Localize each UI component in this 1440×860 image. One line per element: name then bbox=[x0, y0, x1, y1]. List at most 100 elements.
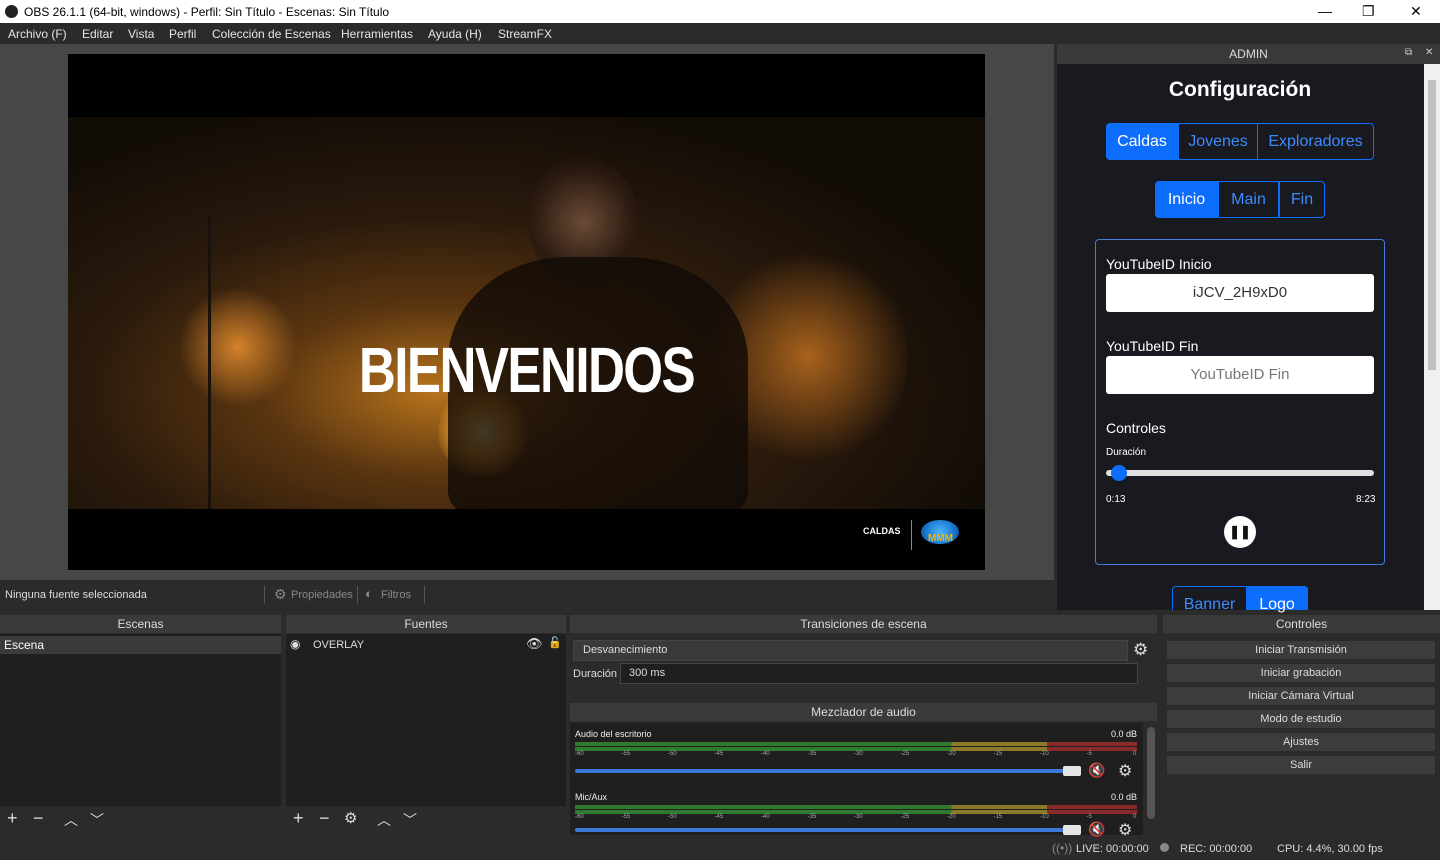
meter-tick-label: -35 bbox=[807, 814, 817, 820]
meter-tick-label: -40 bbox=[761, 814, 770, 820]
lock-icon[interactable]: 🔓 bbox=[548, 636, 562, 649]
undock-icon[interactable]: ⧉ bbox=[1405, 47, 1412, 58]
close-button[interactable]: ✕ bbox=[1410, 3, 1422, 20]
menu-perfil[interactable]: Perfil bbox=[169, 27, 196, 41]
maximize-button[interactable]: ❐ bbox=[1362, 3, 1375, 20]
transition-settings-icon[interactable]: ⚙ bbox=[1133, 640, 1148, 660]
cpu-status: CPU: 4.4%, 30.00 fps bbox=[1277, 843, 1383, 855]
menu-streamfx[interactable]: StreamFX bbox=[498, 27, 552, 41]
config-heading: Configuración bbox=[1168, 78, 1312, 101]
menu-coleccion-escenas[interactable]: Colección de Escenas bbox=[212, 27, 331, 41]
scenes-dock-title: Escenas bbox=[0, 615, 281, 633]
tab-caldas[interactable]: Caldas bbox=[1106, 123, 1178, 160]
add-scene-icon[interactable]: + bbox=[7, 808, 18, 829]
controls-label: Controles bbox=[1106, 420, 1166, 436]
no-source-label: Ninguna fuente seleccionada bbox=[5, 589, 147, 601]
source-item[interactable]: OVERLAY bbox=[313, 639, 364, 651]
menu-archivo[interactable]: Archivo (F) bbox=[8, 27, 67, 41]
scene-item[interactable]: Escena bbox=[0, 636, 281, 654]
transition-duration-input[interactable]: 300 ms bbox=[620, 663, 1138, 684]
source-settings-icon[interactable]: ⚙ bbox=[344, 809, 357, 827]
transition-duration-label: Duración bbox=[573, 668, 618, 680]
start-recording-button[interactable]: Iniciar grabación bbox=[1166, 663, 1436, 683]
exit-button[interactable]: Salir bbox=[1166, 755, 1436, 775]
source-up-icon[interactable]: ︿ bbox=[377, 810, 391, 830]
menu-herramientas[interactable]: Herramientas bbox=[341, 27, 413, 41]
desktop-mute-icon[interactable]: 🔇 bbox=[1088, 762, 1105, 779]
channel-desktop-db: 0.0 dB bbox=[1111, 729, 1138, 739]
controls-dock-title: Controles bbox=[1163, 615, 1440, 633]
meter-tick-label: -5 bbox=[1086, 814, 1092, 820]
broadcast-icon: ((•)) bbox=[1052, 841, 1073, 855]
meter-tick-label: 0 bbox=[1133, 751, 1137, 757]
tab-fin[interactable]: Fin bbox=[1279, 181, 1325, 218]
source-toolbar: Ninguna fuente seleccionada ⚙ Propiedade… bbox=[0, 580, 1054, 610]
mixer-panel: Audio del escritorio 0.0 dB -60 -55 -50 -45… bbox=[570, 723, 1143, 839]
transition-select[interactable]: Desvanecimiento bbox=[573, 640, 1128, 661]
preview-canvas[interactable]: BIENVENIDOS CALDAS MMM bbox=[68, 54, 985, 570]
desktop-volume-slider[interactable] bbox=[575, 769, 1075, 773]
tab-main[interactable]: Main bbox=[1218, 181, 1279, 218]
meter-tick-label: -20 bbox=[947, 751, 956, 757]
meter-tick-label: -35 bbox=[807, 751, 817, 757]
mixer-dock-title: Mezclador de audio bbox=[570, 703, 1157, 721]
title-bar: OBS 26.1.1 (64-bit, windows) - Perfil: S… bbox=[0, 0, 1440, 23]
youtube-fin-label: YouTubeID Fin bbox=[1106, 338, 1199, 354]
settings-button[interactable]: Ajustes bbox=[1166, 732, 1436, 752]
slider-handle[interactable] bbox=[1110, 465, 1127, 481]
tab-inicio[interactable]: Inicio bbox=[1155, 181, 1218, 218]
tab-banner[interactable]: Banner bbox=[1172, 586, 1247, 613]
desktop-settings-icon[interactable]: ⚙ bbox=[1118, 761, 1132, 781]
admin-scrollbar[interactable] bbox=[1424, 64, 1440, 610]
meter-tick-label: -40 bbox=[761, 751, 770, 757]
sources-toolbar: + − ⚙ ︿ ﹀ bbox=[286, 806, 566, 833]
meter-tick-label: -5 bbox=[1086, 751, 1092, 757]
window-title: OBS 26.1.1 (64-bit, windows) - Perfil: S… bbox=[24, 5, 390, 19]
mic-volume-handle[interactable] bbox=[1063, 825, 1081, 835]
remove-scene-icon[interactable]: − bbox=[33, 808, 44, 829]
admin-dock-title: ADMIN bbox=[1057, 44, 1440, 64]
meter-tick-label: -55 bbox=[621, 814, 631, 820]
meter-tick-label: -50 bbox=[668, 814, 677, 820]
minimize-button[interactable]: — bbox=[1318, 3, 1332, 19]
tab-logo[interactable]: Logo bbox=[1246, 586, 1308, 613]
mic-mute-icon[interactable]: 🔇 bbox=[1088, 821, 1105, 838]
status-bar: ((•)) LIVE: 00:00:00 REC: 00:00:00 CPU: … bbox=[0, 837, 1440, 860]
eye-icon[interactable]: 👁 bbox=[526, 636, 543, 652]
move-up-icon[interactable]: ︿ bbox=[64, 810, 78, 830]
tab-jovenes[interactable]: Jovenes bbox=[1178, 123, 1258, 160]
meter-tick-label: -10 bbox=[1040, 751, 1049, 757]
start-streaming-button[interactable]: Iniciar Transmisión bbox=[1166, 640, 1436, 660]
start-virtual-camera-button[interactable]: Iniciar Cámara Virtual bbox=[1166, 686, 1436, 706]
tab-exploradores[interactable]: Exploradores bbox=[1257, 123, 1374, 160]
move-down-icon[interactable]: ﹀ bbox=[90, 810, 104, 830]
properties-button[interactable]: Propiedades bbox=[291, 589, 353, 601]
gear-icon: ⚙ bbox=[274, 586, 287, 602]
meter-tick-label: -10 bbox=[1040, 814, 1049, 820]
admin-dock: ADMIN ⧉ ✕ Configuración Caldas Jovenes E… bbox=[1057, 44, 1440, 613]
menu-ayuda[interactable]: Ayuda (H) bbox=[428, 27, 482, 41]
sources-dock-title: Fuentes bbox=[286, 615, 566, 633]
rec-status: REC: 00:00:00 bbox=[1180, 843, 1253, 855]
duration-slider[interactable] bbox=[1106, 465, 1374, 481]
add-source-icon[interactable]: + bbox=[293, 808, 304, 829]
studio-mode-button[interactable]: Modo de estudio bbox=[1166, 709, 1436, 729]
menu-editar[interactable]: Editar bbox=[82, 27, 113, 41]
pause-button[interactable]: ❚❚ bbox=[1224, 516, 1256, 548]
config-card: YouTubeID Inicio iJCV_2H9xD0 YouTubeID F… bbox=[1095, 239, 1385, 565]
channel-desktop-name: Audio del escritorio bbox=[575, 729, 652, 739]
youtube-inicio-input[interactable]: iJCV_2H9xD0 bbox=[1106, 274, 1374, 312]
desktop-volume-handle[interactable] bbox=[1063, 766, 1081, 776]
remove-source-icon[interactable]: − bbox=[319, 808, 330, 829]
close-dock-icon[interactable]: ✕ bbox=[1425, 47, 1433, 58]
mixer-scrollbar[interactable] bbox=[1145, 723, 1157, 835]
meter-tick-label: -30 bbox=[854, 814, 863, 820]
source-down-icon[interactable]: ﹀ bbox=[403, 810, 417, 830]
menu-vista[interactable]: Vista bbox=[128, 27, 154, 41]
mic-volume-slider[interactable] bbox=[575, 828, 1075, 832]
youtube-fin-input[interactable]: YouTubeID Fin bbox=[1106, 356, 1374, 394]
scenes-list: Escena bbox=[0, 634, 281, 806]
filters-button[interactable]: Filtros bbox=[381, 589, 411, 601]
meter-tick-label: -45 bbox=[714, 814, 724, 820]
scenes-toolbar: + − ︿ ﹀ bbox=[0, 806, 281, 833]
